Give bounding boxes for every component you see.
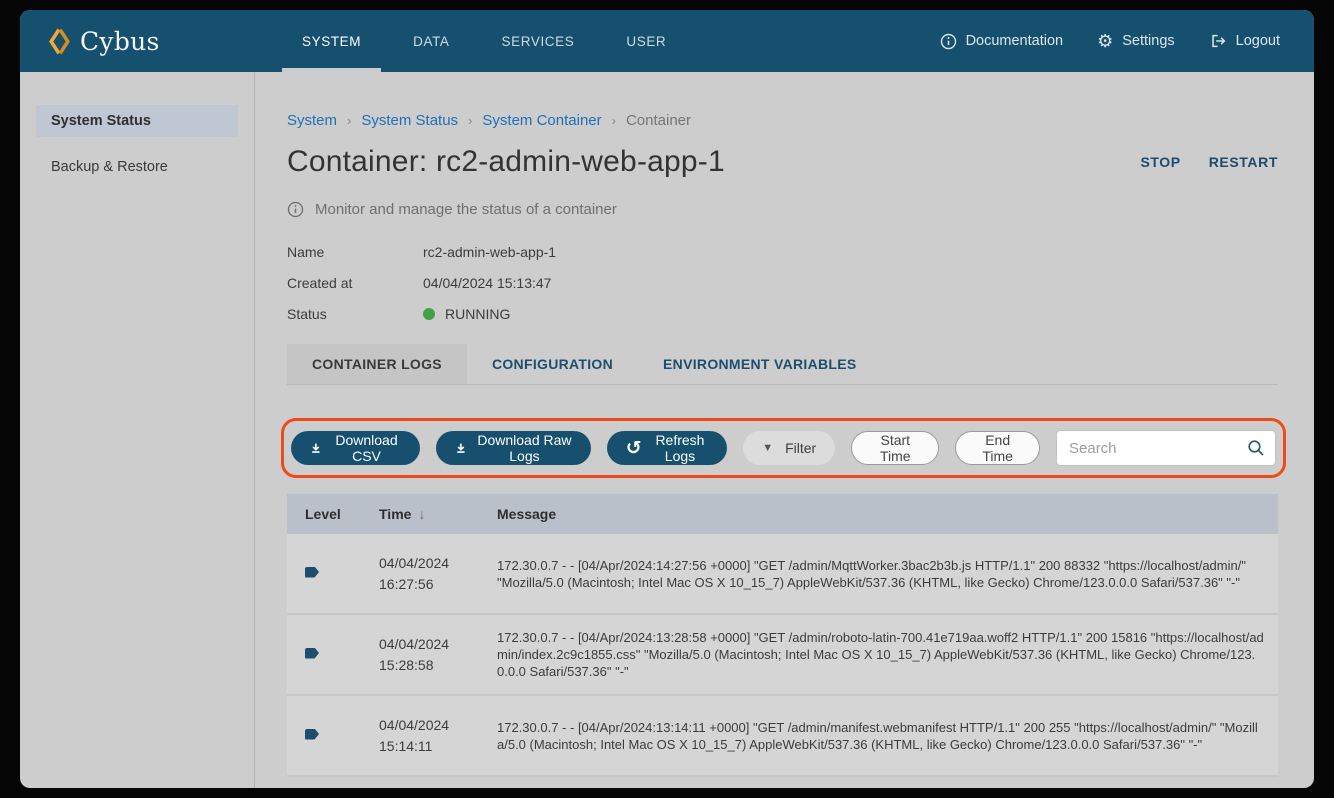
info-icon <box>940 33 957 50</box>
logs-toolbar-highlight-annotation: Download CSV Download Raw Logs ↺ Refresh… <box>281 418 1286 478</box>
container-details: Name rc2-admin-web-app-1 Created at 04/0… <box>287 244 1278 322</box>
page-title: Container: rc2-admin-web-app-1 <box>287 145 725 179</box>
breadcrumb-separator: › <box>612 113 616 128</box>
log-table-row[interactable]: 04/04/202416:27:56 172.30.0.7 - - [04/Ap… <box>287 534 1278 615</box>
sidebar-item-backup-restore[interactable]: Backup & Restore <box>36 151 238 183</box>
end-time-button[interactable]: End Time <box>955 431 1040 465</box>
log-level-tag-icon <box>305 648 319 659</box>
nav-item-data[interactable]: DATA <box>387 10 475 72</box>
sidebar: System Status Backup & Restore <box>20 72 255 788</box>
breadcrumb-link-system-status[interactable]: System Status <box>361 112 458 129</box>
breadcrumb-link-system[interactable]: System <box>287 112 337 129</box>
cybus-logo-icon <box>48 28 71 55</box>
column-header-time[interactable]: Time↓ <box>379 504 497 525</box>
start-time-button[interactable]: Start Time <box>851 431 939 465</box>
gear-icon: ⚙ <box>1097 32 1113 50</box>
log-time: 04/04/202415:28:58 <box>379 634 497 676</box>
table-header: Level Time↓ Message <box>287 494 1278 534</box>
nav-item-services[interactable]: SERVICES <box>476 10 601 72</box>
documentation-button[interactable]: Documentation <box>940 33 1064 50</box>
brand-name: Cybus <box>80 27 160 56</box>
logout-icon <box>1209 32 1227 50</box>
breadcrumb-current: Container <box>626 112 691 129</box>
search-input[interactable] <box>1069 440 1247 457</box>
main-nav: SYSTEM DATA SERVICES USER <box>276 10 692 72</box>
download-csv-button[interactable]: Download CSV <box>291 431 420 465</box>
column-header-message: Message <box>497 506 1278 522</box>
status-running-dot <box>423 308 435 320</box>
search-box <box>1056 430 1276 466</box>
nav-item-user[interactable]: USER <box>600 10 692 72</box>
refresh-logs-button[interactable]: ↺ Refresh Logs <box>607 431 727 465</box>
nav-actions: Documentation ⚙ Settings Logout <box>940 10 1314 72</box>
tab-container-logs[interactable]: CONTAINER LOGS <box>287 344 467 384</box>
log-table-row[interactable]: 04/04/202415:28:58 172.30.0.7 - - [04/Ap… <box>287 615 1278 696</box>
log-time: 04/04/202415:14:11 <box>379 715 497 757</box>
log-level-tag-icon <box>305 729 319 740</box>
breadcrumb-link-system-container[interactable]: System Container <box>482 112 601 129</box>
breadcrumb-separator: › <box>468 113 472 128</box>
chevron-down-icon: ▼ <box>762 442 773 454</box>
settings-button[interactable]: ⚙ Settings <box>1097 32 1175 50</box>
tab-environment-variables[interactable]: ENVIRONMENT VARIABLES <box>638 344 882 384</box>
filter-label: Filter <box>785 440 816 456</box>
log-message: 172.30.0.7 - - [04/Apr/2024:13:28:58 +00… <box>497 629 1278 680</box>
documentation-label: Documentation <box>966 33 1064 49</box>
content-area: System › System Status › System Containe… <box>255 72 1314 788</box>
nav-item-system[interactable]: SYSTEM <box>276 10 387 72</box>
info-icon <box>287 201 304 218</box>
filter-dropdown[interactable]: ▼ Filter <box>743 431 835 465</box>
breadcrumb-separator: › <box>347 113 351 128</box>
download-icon <box>310 440 322 456</box>
search-icon[interactable] <box>1247 439 1265 457</box>
logout-button[interactable]: Logout <box>1209 32 1280 50</box>
name-value: rc2-admin-web-app-1 <box>423 244 556 260</box>
logs-table: Level Time↓ Message 04/04/202416:27:56 1… <box>287 494 1278 777</box>
table-body: 04/04/202416:27:56 172.30.0.7 - - [04/Ap… <box>287 534 1278 777</box>
name-label: Name <box>287 244 423 260</box>
top-navbar: Cybus SYSTEM DATA SERVICES USER Document… <box>20 10 1314 72</box>
detail-tabs: CONTAINER LOGS CONFIGURATION ENVIRONMENT… <box>287 344 1278 385</box>
download-raw-logs-button[interactable]: Download Raw Logs <box>436 431 591 465</box>
page-subtitle: Monitor and manage the status of a conta… <box>315 201 617 218</box>
app-window: Cybus SYSTEM DATA SERVICES USER Document… <box>20 10 1314 788</box>
sort-down-icon: ↓ <box>418 506 425 522</box>
tab-configuration[interactable]: CONFIGURATION <box>467 344 638 384</box>
settings-label: Settings <box>1122 33 1174 49</box>
created-at-value: 04/04/2024 15:13:47 <box>423 275 551 291</box>
breadcrumb: System › System Status › System Containe… <box>287 112 1278 129</box>
status-value: RUNNING <box>445 306 510 322</box>
log-message: 172.30.0.7 - - [04/Apr/2024:14:27:56 +00… <box>497 557 1278 591</box>
download-icon <box>455 440 467 456</box>
sidebar-item-system-status[interactable]: System Status <box>36 105 238 137</box>
log-level-tag-icon <box>305 567 319 578</box>
log-message: 172.30.0.7 - - [04/Apr/2024:13:14:11 +00… <box>497 719 1278 753</box>
logout-label: Logout <box>1236 33 1280 49</box>
brand-logo[interactable]: Cybus <box>20 10 276 72</box>
download-csv-label: Download CSV <box>332 432 402 464</box>
log-table-row[interactable]: 04/04/202415:14:11 172.30.0.7 - - [04/Ap… <box>287 696 1278 777</box>
created-at-label: Created at <box>287 275 423 291</box>
refresh-icon: ↺ <box>626 439 642 458</box>
column-header-level: Level <box>287 506 379 522</box>
download-raw-logs-label: Download Raw Logs <box>477 432 572 464</box>
log-time: 04/04/202416:27:56 <box>379 553 497 595</box>
restart-button[interactable]: RESTART <box>1209 154 1278 170</box>
stop-button[interactable]: STOP <box>1140 154 1180 170</box>
status-label: Status <box>287 306 423 322</box>
refresh-logs-label: Refresh Logs <box>652 432 708 464</box>
